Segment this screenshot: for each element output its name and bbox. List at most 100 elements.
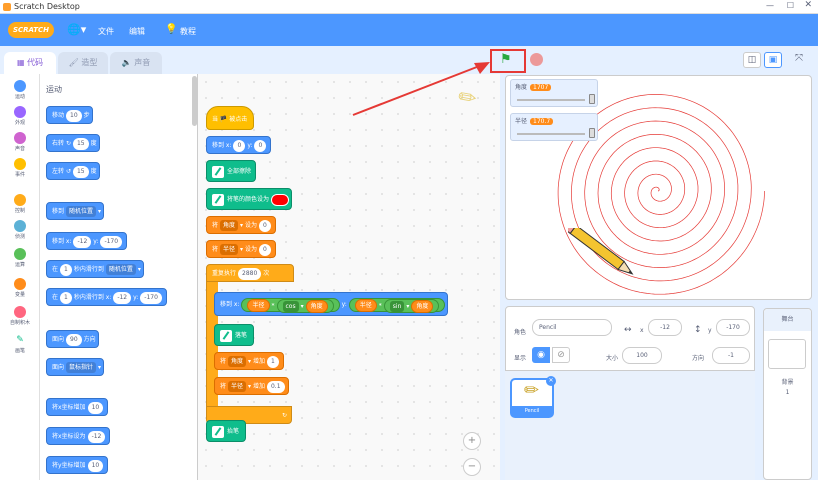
color-swatch[interactable] (270, 193, 289, 206)
zoom-in-button[interactable]: + (463, 432, 481, 450)
monitor-angle[interactable]: 角度 1707 (510, 79, 598, 107)
hat-block-when-flag-clicked[interactable]: 当 🏴 被点击 (206, 106, 255, 130)
op-multiply-y[interactable]: 半径 * sin ▾ 角度 (348, 297, 446, 313)
sprite-name-input[interactable]: Pencil (532, 319, 612, 336)
small-stage-icon[interactable]: ◫ (743, 52, 761, 68)
category-control[interactable]: 控制 (0, 194, 40, 214)
category-pen[interactable]: ✎ 画笔 (0, 334, 40, 354)
fullscreen-icon[interactable]: ⤧ (790, 52, 808, 68)
palette-block-glide-xy[interactable]: 在 1 秒内滑行到 x: -12 y: -170 (46, 288, 167, 306)
menu-tutorials[interactable]: 教程 (180, 26, 196, 37)
palette-turn-right-degrees[interactable]: 15 (72, 137, 89, 150)
stage[interactable]: 角度 1707 半径 170.7 (505, 75, 812, 300)
block-pen-up[interactable]: 抬笔 (206, 420, 246, 442)
palette-point-direction[interactable]: 90 (66, 333, 82, 346)
palette-change-y-val[interactable]: 10 (87, 459, 104, 472)
palette-block-move[interactable]: 移动 10 步 (46, 106, 93, 124)
palette-block-point[interactable]: 面向 90 方向 (46, 330, 99, 348)
palette-block-goto-xy[interactable]: 移到 x: -12 y: -170 (46, 232, 127, 250)
block-repeat[interactable]: 重复执行 2880 次 (206, 264, 294, 282)
delete-sprite-icon[interactable]: ✕ (546, 376, 556, 386)
sprite-x-input[interactable]: -12 (648, 319, 682, 336)
palette-move-steps[interactable]: 10 (66, 109, 82, 122)
show-eye-icon[interactable]: ◉ (532, 347, 550, 363)
lightbulb-icon[interactable]: 💡 (165, 24, 177, 35)
tab-sounds[interactable]: 🔈 声音 (110, 52, 162, 74)
op-multiply-x[interactable]: 半径 * cos ▾ 角度 (241, 297, 340, 313)
sprite-tile-pencil[interactable]: ✏ ✕ Pencil (510, 376, 556, 418)
maximize-icon[interactable]: ☐ (787, 1, 794, 10)
block-set-angle[interactable]: 将角度 ▾ 设为 0 (206, 216, 276, 234)
palette-change-x-val[interactable]: 10 (87, 401, 104, 414)
sprite-y-input[interactable]: -170 (716, 319, 750, 336)
category-motion[interactable]: 运动 (0, 80, 40, 100)
change-angle-var-dropdown[interactable]: 角度 (228, 356, 247, 367)
stop-icon[interactable] (530, 53, 543, 66)
palette-glide-dropdown[interactable]: 随机位置 (105, 264, 136, 275)
monitor-radius[interactable]: 半径 170.7 (510, 113, 598, 141)
monitor-radius-knob[interactable] (589, 128, 595, 138)
category-looks[interactable]: 外观 (0, 106, 40, 126)
close-icon[interactable]: ✕ (804, 0, 812, 10)
zoom-out-button[interactable]: − (463, 458, 481, 476)
reporter-angle[interactable]: 角度 (305, 299, 328, 313)
green-flag-icon[interactable]: ⚑ (500, 52, 512, 67)
tab-costumes[interactable]: 🖌 造型 (58, 52, 108, 74)
category-variables[interactable]: 变量 (0, 278, 40, 298)
globe-icon[interactable]: 🌐▾ (67, 23, 86, 36)
sin-dropdown[interactable]: sin (389, 300, 405, 312)
palette-block-point-towards[interactable]: 面向 鼠标指针 ▾ (46, 358, 104, 376)
block-change-radius[interactable]: 将半径 ▾ 增加 0.1 (214, 377, 290, 395)
scratch-logo[interactable]: SCRATCH (8, 22, 54, 38)
minimize-icon[interactable]: — (766, 1, 774, 10)
palette-scrollbar[interactable] (192, 76, 197, 126)
script-workspace[interactable]: ✏ 当 🏴 被点击 移到 x: 0 y: 0 全部擦除 将笔的颜色设为 将角度 ▾ 设为… (198, 74, 500, 480)
monitor-radius-slider[interactable] (517, 133, 585, 135)
goto-x-input[interactable]: 0 (233, 139, 246, 152)
block-goto-xy[interactable]: 移到 x: 0 y: 0 (206, 136, 272, 154)
palette-block-change-x[interactable]: 将x坐标增加 10 (46, 398, 109, 416)
set-angle-value[interactable]: 0 (258, 219, 271, 232)
category-sound[interactable]: 声音 (0, 132, 40, 152)
palette-block-glide[interactable]: 在 1 秒内滑行到 随机位置 ▾ (46, 260, 144, 278)
category-my-blocks[interactable]: 自制积木 (0, 306, 40, 326)
palette-block-change-y[interactable]: 将y坐标增加 10 (46, 456, 109, 474)
palette-block-set-x[interactable]: 将x坐标设为 -12 (46, 427, 111, 445)
change-radius-var-dropdown[interactable]: 半径 (228, 381, 247, 392)
change-radius-value[interactable]: 0.1 (266, 380, 285, 393)
reporter-angle[interactable]: 角度 (411, 299, 434, 313)
palette-block-goto[interactable]: 移到 随机位置 ▾ (46, 202, 104, 220)
menu-edit[interactable]: 编辑 (129, 26, 145, 37)
block-set-pen-color[interactable]: 将笔的颜色设为 (206, 188, 292, 210)
hide-eye-icon[interactable]: ⊘ (552, 347, 570, 363)
goto-y-input[interactable]: 0 (254, 139, 267, 152)
palette-turn-left-degrees[interactable]: 15 (72, 165, 89, 178)
tab-code[interactable]: ▦ 代码 (4, 52, 56, 74)
pencil-sprite[interactable] (568, 228, 658, 298)
block-pen-clear[interactable]: 全部擦除 (206, 160, 256, 182)
cos-dropdown[interactable]: cos (282, 300, 299, 312)
repeat-count-input[interactable]: 2880 (238, 267, 262, 280)
palette-glide-xy-secs[interactable]: 1 (60, 291, 72, 304)
sprite-size-input[interactable]: 100 (622, 347, 662, 364)
stage-target-panel[interactable]: 舞台 背景 1 (763, 308, 812, 480)
palette-block-turn-right[interactable]: 右转 ↻ 15 度 (46, 134, 100, 152)
large-stage-icon[interactable]: ▣ (764, 52, 782, 68)
sprite-direction-input[interactable]: -1 (712, 347, 750, 364)
reporter-radius[interactable]: 半径 (247, 299, 270, 312)
set-angle-var-dropdown[interactable]: 角度 (220, 220, 239, 231)
monitor-angle-knob[interactable] (589, 94, 595, 104)
block-set-radius[interactable]: 将半径 ▾ 设为 0 (206, 240, 276, 258)
palette-goto-x[interactable]: -12 (73, 235, 92, 248)
stage-thumbnail[interactable] (768, 339, 806, 369)
category-operators[interactable]: 运算 (0, 248, 40, 268)
block-change-angle[interactable]: 将角度 ▾ 增加 1 (214, 352, 284, 370)
block-pen-down[interactable]: 落笔 (214, 324, 254, 346)
set-radius-var-dropdown[interactable]: 半径 (220, 244, 239, 255)
block-goto-xy-expression[interactable]: 移到 x: 半径 * cos ▾ 角度 y: 半径 * sin ▾ 角度 (214, 292, 449, 316)
set-radius-value[interactable]: 0 (258, 243, 271, 256)
palette-goto-y[interactable]: -170 (100, 235, 123, 248)
palette-set-x-val[interactable]: -12 (87, 430, 106, 443)
palette-goto-dropdown[interactable]: 随机位置 (66, 206, 97, 217)
op-sin[interactable]: sin ▾ 角度 (383, 298, 440, 313)
